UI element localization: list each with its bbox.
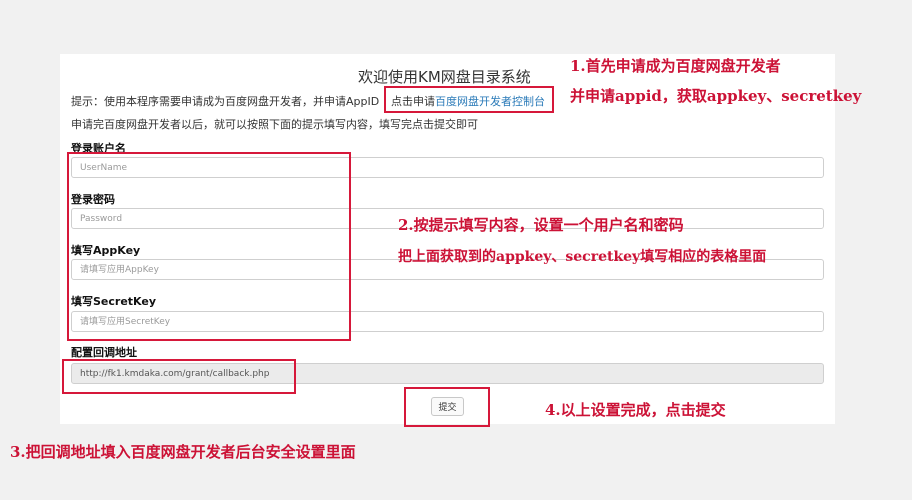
submit-button[interactable]: 提交 <box>431 397 464 416</box>
annotation-step2-line2: 把上面获取到的appkey、secretkey填写相应的表格里面 <box>398 249 767 265</box>
username-label: 登录账户名 <box>71 142 126 155</box>
callback-url-input[interactable] <box>71 363 824 384</box>
appkey-label: 填写AppKey <box>71 244 141 257</box>
console-link-container: 点击申请百度网盘开发者控制台 <box>391 93 545 109</box>
annotation-step1-line2: 并申请appid，获取appkey、secretkey <box>570 87 862 105</box>
username-input[interactable] <box>71 157 824 178</box>
password-label: 登录密码 <box>71 193 115 206</box>
callback-label: 配置回调地址 <box>71 346 137 359</box>
console-link-prefix: 点击申请 <box>391 95 435 108</box>
hint-text: 提示：使用本程序需要申请成为百度网盘开发者，并申请AppID <box>71 95 380 108</box>
annotation-step3: 3.把回调地址填入百度网盘开发者后台安全设置里面 <box>10 443 356 461</box>
secretkey-label: 填写SecretKey <box>71 295 157 308</box>
annotation-step2-line1: 2.按提示填写内容，设置一个用户名和密码 <box>398 216 684 234</box>
annotation-step1-line1: 1.首先申请成为百度网盘开发者 <box>570 57 781 75</box>
page-title: 欢迎使用KM网盘目录系统 <box>358 68 531 86</box>
secretkey-input[interactable] <box>71 311 824 332</box>
console-link[interactable]: 百度网盘开发者控制台 <box>435 95 545 108</box>
annotation-step4: 4.以上设置完成，点击提交 <box>545 401 726 419</box>
hint-text-secondary: 申请完百度网盘开发者以后，就可以按照下面的提示填写内容，填写完点击提交即可 <box>71 118 478 131</box>
